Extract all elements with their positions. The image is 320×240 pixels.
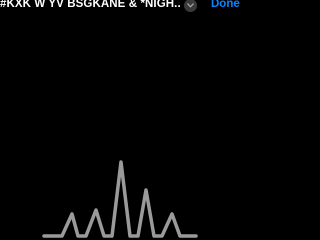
title-options-button[interactable] [184,0,197,12]
done-button[interactable]: Done [211,0,240,10]
recording-title[interactable]: #KXK W YV BSGKANE & *NIGH... [0,0,180,10]
navigation-header: #KXK W YV BSGKANE & *NIGH... Done [0,0,240,14]
chevron-down-icon [187,3,194,8]
waveform-line [42,160,198,238]
audio-waveform [42,160,198,238]
